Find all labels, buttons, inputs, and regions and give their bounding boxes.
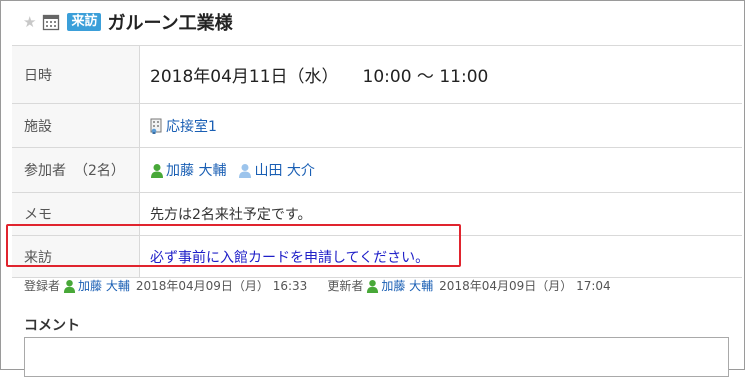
comment-label: コメント: [24, 318, 80, 334]
attendee-1[interactable]: 加藤 大輔: [150, 160, 226, 180]
registered-at: 2018年04月09日（月） 16:33: [135, 279, 308, 293]
row-datetime: 日時 2018年04月11日（水） 10:00 〜 11:00: [12, 46, 742, 104]
facility-link[interactable]: 応接室1: [166, 116, 217, 136]
event-type-badge: 来訪: [67, 13, 102, 31]
time-value: 10:00 〜 11:00: [362, 67, 489, 87]
user-icon: [63, 279, 76, 293]
attendee-2[interactable]: 山田 大介: [238, 160, 315, 180]
updated-at: 2018年04月09日（月） 17:04: [439, 279, 611, 293]
facility-label: 施設: [12, 104, 140, 147]
row-attendees: 参加者 （2名） 加藤 大輔 山田 大介: [12, 148, 742, 193]
attendees-count: （2名）: [74, 163, 125, 179]
updater-name[interactable]: 加藤 大輔: [381, 277, 433, 294]
calendar-icon: [43, 14, 60, 31]
updater-label: 更新者: [327, 279, 364, 293]
user-icon: [151, 163, 163, 178]
record-meta: 登録者 加藤 大輔 2018年04月09日（月） 16:33 更新者 加藤 大輔…: [24, 277, 611, 294]
header: ★ 来訪 ガルーン工業様: [23, 10, 233, 34]
comment-input[interactable]: [24, 337, 729, 377]
row-facility: 施設 応接室1: [12, 104, 742, 148]
highlight-box: [6, 224, 461, 267]
user-icon: [367, 279, 379, 293]
facility-icon: [150, 118, 162, 134]
user-icon: [239, 163, 252, 178]
datetime-label: 日時: [12, 46, 140, 103]
registrant-name[interactable]: 加藤 大輔: [78, 277, 130, 294]
schedule-detail-panel: ★ 来訪 ガルーン工業様 日時 2018年04月11日（水） 10:00 〜 1…: [0, 0, 745, 377]
star-icon[interactable]: ★: [23, 14, 36, 30]
page-title: ガルーン工業様: [107, 13, 233, 34]
date-value: 2018年04月11日（水）: [150, 67, 339, 87]
attendee-name[interactable]: 加藤 大輔: [166, 160, 226, 180]
attendees-label: 参加者: [24, 163, 66, 179]
registrant-label: 登録者: [24, 279, 61, 293]
attendee-name[interactable]: 山田 大介: [254, 160, 314, 180]
